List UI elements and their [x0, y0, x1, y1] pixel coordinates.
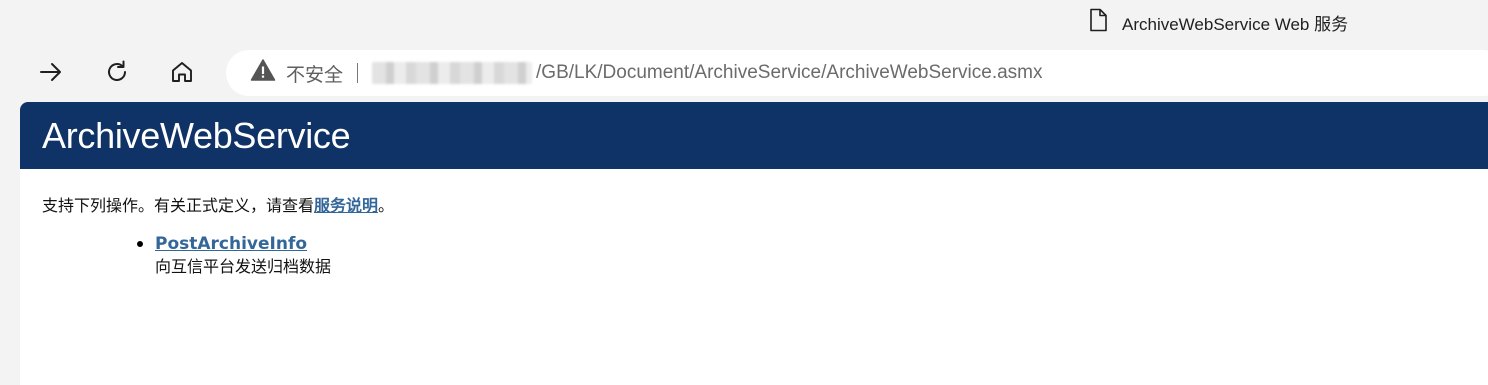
home-icon	[169, 59, 195, 89]
browser-toolbar: 不安全 /GB/LK/Document/ArchiveService/Archi…	[0, 46, 1488, 102]
redacted-host	[372, 62, 533, 84]
browser-titlebar: ArchiveWebService Web 服务	[0, 0, 1488, 46]
service-description-link[interactable]: 服务说明	[314, 196, 378, 215]
intro-paragraph: 支持下列操作。有关正式定义，请查看服务说明。	[42, 192, 394, 216]
reload-button[interactable]	[97, 54, 137, 94]
intro-end: 。	[378, 196, 395, 215]
intro-text: 支持下列操作。有关正式定义，请查看	[42, 196, 315, 215]
forward-button[interactable]	[31, 54, 71, 94]
home-button[interactable]	[162, 54, 202, 94]
bullet	[137, 241, 143, 247]
url-text[interactable]: /GB/LK/Document/ArchiveService/ArchiveWe…	[372, 62, 1043, 84]
operations-list: PostArchiveInfo 向互信平台发送归档数据	[135, 232, 331, 278]
address-separator	[357, 63, 359, 83]
security-label: 不安全	[286, 64, 344, 86]
tab-title-text: ArchiveWebService Web 服务	[1122, 14, 1349, 34]
reload-icon	[104, 59, 130, 89]
page-viewport: ArchiveWebService 支持下列操作。有关正式定义，请查看服务说明。…	[20, 102, 1488, 385]
active-tab[interactable]: ArchiveWebService Web 服务	[1088, 8, 1349, 37]
address-bar[interactable]: 不安全 /GB/LK/Document/ArchiveService/Archi…	[226, 50, 1488, 96]
operation-link[interactable]: PostArchiveInfo	[155, 232, 331, 256]
arrow-right-icon	[38, 59, 64, 89]
warning-icon	[250, 58, 276, 88]
list-item: PostArchiveInfo 向互信平台发送归档数据	[135, 232, 331, 278]
url-path: /GB/LK/Document/ArchiveService/ArchiveWe…	[536, 62, 1043, 83]
security-indicator[interactable]: 不安全	[250, 58, 343, 88]
document-icon	[1088, 8, 1108, 37]
operation-description: 向互信平台发送归档数据	[155, 257, 332, 276]
page-title: ArchiveWebService	[20, 102, 1488, 169]
